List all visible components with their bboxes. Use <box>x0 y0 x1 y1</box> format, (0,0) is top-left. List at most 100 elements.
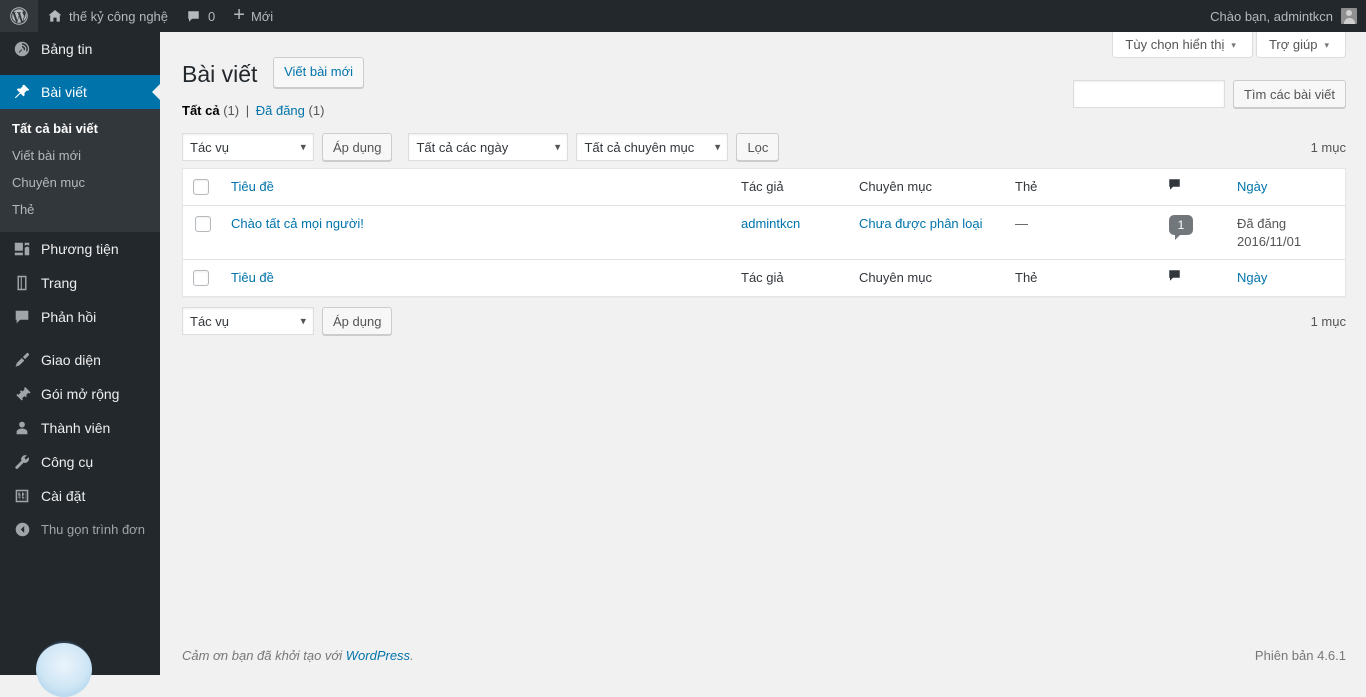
view-all-link[interactable]: Tất cả <box>182 103 220 118</box>
help-bubble-icon[interactable] <box>36 641 92 697</box>
select-all-checkbox-top[interactable] <box>193 179 209 195</box>
date-filter-select-wrap: Tất cả các ngày <box>408 133 568 161</box>
settings-sliders-icon <box>12 486 32 506</box>
collapse-menu-button[interactable]: Thu gọn trình đơn <box>0 513 160 547</box>
posts-submenu: Tất cả bài viết Viết bài mới Chuyên mục … <box>0 109 160 232</box>
column-header-title-link[interactable]: Tiêu đề <box>231 179 274 194</box>
new-content-menu[interactable]: + Mới <box>224 0 282 32</box>
sidebar-item-label: Giao diện <box>41 353 101 367</box>
search-box: Tìm các bài viết <box>1073 80 1346 108</box>
row-tags-cell: — <box>1005 206 1157 259</box>
greeting-label: Chào bạn, admintkcn <box>1210 9 1333 24</box>
tablenav-bottom: Tác vụ Áp dụng 1 mục <box>182 306 1346 336</box>
add-new-post-button[interactable]: Viết bài mới <box>273 57 364 88</box>
dashboard-icon <box>12 39 32 59</box>
main-content: Tùy chọn hiển thị ▾ Trợ giúp ▾ Bài viết … <box>160 32 1366 675</box>
column-header-date-link[interactable]: Ngày <box>1237 179 1267 194</box>
submenu-item-add-new[interactable]: Viết bài mới <box>0 143 160 170</box>
comments-menu[interactable]: 0 <box>177 0 224 32</box>
my-account-menu[interactable]: Chào bạn, admintkcn <box>1201 0 1366 32</box>
sidebar-item-label: Bài viết <box>41 85 87 99</box>
table-header-row: Tiêu đề Tác giả Chuyên mục Thẻ Ngày <box>183 169 1345 206</box>
plugin-plug-icon <box>12 384 32 404</box>
post-title-link[interactable]: Chào tất cả mọi người! <box>231 216 364 231</box>
column-footer-date-link[interactable]: Ngày <box>1237 270 1267 285</box>
column-header-title: Tiêu đề <box>221 169 731 206</box>
sidebar-item-media[interactable]: Phương tiện <box>0 232 160 266</box>
bulk-action-select-wrap-bottom: Tác vụ <box>182 307 314 335</box>
media-icon <box>12 239 32 259</box>
column-footer-checkbox <box>183 259 221 296</box>
sidebar-item-pages[interactable]: Trang <box>0 266 160 300</box>
category-filter-select-wrap: Tất cả chuyên mục <box>576 133 728 161</box>
search-submit-button[interactable]: Tìm các bài viết <box>1233 80 1346 108</box>
post-category-link[interactable]: Chưa được phân loại <box>859 216 983 231</box>
wrench-icon <box>12 452 32 472</box>
column-header-categories: Chuyên mục <box>849 169 1005 206</box>
comment-icon <box>12 307 32 327</box>
wordpress-link[interactable]: WordPress <box>346 648 410 663</box>
date-filter-select[interactable]: Tất cả các ngày <box>408 133 568 161</box>
column-footer-categories: Chuyên mục <box>849 259 1005 296</box>
filter-button[interactable]: Lọc <box>736 133 779 161</box>
post-date-value: 2016/11/01 <box>1237 234 1301 249</box>
submenu-item-tags[interactable]: Thẻ <box>0 197 160 224</box>
bulk-action-select-top[interactable]: Tác vụ <box>182 133 314 161</box>
site-name-menu[interactable]: thế kỷ công nghệ <box>38 0 177 32</box>
post-author-link[interactable]: admintkcn <box>741 216 800 231</box>
footer-thankyou-suffix: . <box>410 648 414 663</box>
apply-bulk-action-bottom-button[interactable]: Áp dụng <box>322 307 392 335</box>
submenu-item-categories[interactable]: Chuyên mục <box>0 170 160 197</box>
category-filter-select[interactable]: Tất cả chuyên mục <box>576 133 728 161</box>
sidebar-item-label: Phương tiện <box>41 242 119 256</box>
row-categories-cell: Chưa được phân loại <box>849 206 1005 259</box>
pin-icon <box>12 82 32 102</box>
column-footer-author: Tác giả <box>731 259 849 296</box>
appearance-brush-icon <box>12 350 32 370</box>
displaying-num-bottom: 1 mục <box>1311 314 1346 329</box>
comment-bubble-icon <box>1167 268 1182 288</box>
column-header-comments <box>1157 169 1227 206</box>
sidebar-item-dashboard[interactable]: Bảng tin <box>0 32 160 66</box>
sidebar-item-label: Phản hồi <box>41 310 96 324</box>
column-footer-title-link[interactable]: Tiêu đề <box>231 270 274 285</box>
table-footer-row: Tiêu đề Tác giả Chuyên mục Thẻ Ngày <box>183 259 1345 296</box>
admin-bar: thế kỷ công nghệ 0 + Mới Chào bạn, admin… <box>0 0 1366 32</box>
sidebar-item-plugins[interactable]: Gói mở rộng <box>0 377 160 411</box>
posts-table-foot: Tiêu đề Tác giả Chuyên mục Thẻ Ngày <box>183 259 1345 296</box>
admin-sidebar-menu: Bảng tin Bài viết Tất cả bài viết Viết b… <box>0 32 160 675</box>
row-title-cell: Chào tất cả mọi người! <box>221 206 731 259</box>
users-icon <box>12 418 32 438</box>
row-date-cell: Đã đăng 2016/11/01 <box>1227 206 1345 259</box>
view-separator: | <box>246 103 249 118</box>
sidebar-item-tools[interactable]: Công cụ <box>0 445 160 479</box>
apply-bulk-action-top-button[interactable]: Áp dụng <box>322 133 392 161</box>
column-header-checkbox <box>183 169 221 206</box>
sidebar-item-settings[interactable]: Cài đặt <box>0 479 160 513</box>
sidebar-item-users[interactable]: Thành viên <box>0 411 160 445</box>
collapse-arrow-icon <box>12 520 32 540</box>
sidebar-item-label: Công cụ <box>41 455 93 469</box>
sidebar-item-comments[interactable]: Phản hồi <box>0 300 160 334</box>
select-all-checkbox-bottom[interactable] <box>193 270 209 286</box>
sidebar-item-appearance[interactable]: Giao diện <box>0 343 160 377</box>
bulk-action-select-wrap: Tác vụ <box>182 133 314 161</box>
comment-count-badge[interactable]: 1 <box>1169 215 1193 235</box>
row-select-checkbox[interactable] <box>195 216 211 232</box>
submenu-item-all-posts[interactable]: Tất cả bài viết <box>0 116 160 143</box>
bulk-action-select-bottom[interactable]: Tác vụ <box>182 307 314 335</box>
home-icon <box>47 8 63 24</box>
sidebar-item-label: Gói mở rộng <box>41 387 119 401</box>
wp-logo-menu[interactable] <box>0 0 38 32</box>
search-input[interactable] <box>1073 80 1225 108</box>
column-header-date: Ngày <box>1227 169 1345 206</box>
view-all-count: (1) <box>223 103 239 118</box>
column-footer-title: Tiêu đề <box>221 259 731 296</box>
comments-count: 0 <box>208 9 215 24</box>
sidebar-item-posts[interactable]: Bài viết <box>0 75 160 109</box>
site-name-label: thế kỷ công nghệ <box>69 9 168 24</box>
menu-separator <box>0 334 160 343</box>
comment-bubble-icon <box>1167 177 1182 197</box>
footer-version: Phiên bản 4.6.1 <box>1255 648 1346 663</box>
view-published-link[interactable]: Đã đăng <box>256 103 305 118</box>
